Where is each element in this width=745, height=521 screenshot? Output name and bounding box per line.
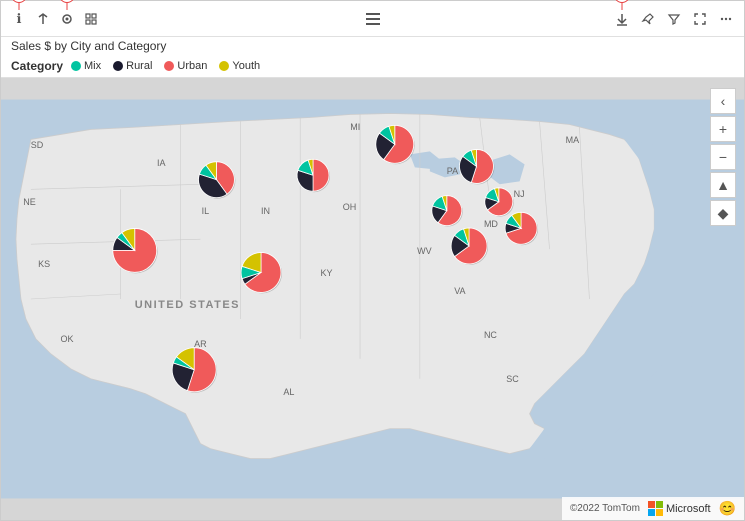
download-btn-wrapper: 1 xyxy=(612,9,632,29)
ms-sq-green xyxy=(656,501,663,508)
legend-key: Category xyxy=(11,59,63,73)
download-button[interactable] xyxy=(612,9,632,29)
legend-label-mix: Mix xyxy=(84,60,101,72)
chart-title: Sales $ by City and Category xyxy=(11,39,734,53)
toolbar-center xyxy=(363,10,383,28)
header-row: Sales $ by City and Category xyxy=(1,37,744,57)
menu-button[interactable] xyxy=(363,10,383,28)
ms-logo-grid xyxy=(648,501,663,516)
expand-button[interactable] xyxy=(81,9,101,29)
legend-dot-rural xyxy=(113,61,123,71)
legend-label-urban: Urban xyxy=(177,60,207,72)
toolbar-right: 1 xyxy=(612,9,736,29)
main-container: 2 ℹ 3 1 xyxy=(0,0,745,521)
map-zoom-out-button[interactable]: − xyxy=(710,144,736,170)
feedback-emoji-button[interactable]: 😊 xyxy=(719,500,736,517)
legend-label-rural: Rural xyxy=(126,60,152,72)
legend-dot-youth xyxy=(219,61,229,71)
filter-button[interactable] xyxy=(664,9,684,29)
map-back-button[interactable]: ‹ xyxy=(710,88,736,114)
map-north-button[interactable]: ▲ xyxy=(710,172,736,198)
map-footer: ©2022 TomTom Microsoft 😊 xyxy=(562,497,744,520)
info-btn-wrapper: 2 ℹ xyxy=(9,9,29,29)
toolbar-left: 2 ℹ 3 xyxy=(9,9,101,29)
ms-sq-blue xyxy=(648,509,655,516)
tomtom-copyright: ©2022 TomTom xyxy=(570,503,640,514)
map-zoom-in-button[interactable]: + xyxy=(710,116,736,142)
legend-item-rural: Rural xyxy=(113,60,152,72)
legend-label-youth: Youth xyxy=(232,60,260,72)
toolbar: 2 ℹ 3 1 xyxy=(1,1,744,37)
map-compass-button[interactable]: ◆ xyxy=(710,200,736,226)
map-area[interactable]: SD NE KS OK IA IL IN OH MI PA NJ MA WV V… xyxy=(1,78,744,520)
focus-button[interactable] xyxy=(57,9,77,29)
legend-dot-urban xyxy=(164,61,174,71)
legend-item-youth: Youth xyxy=(219,60,260,72)
legend-item-urban: Urban xyxy=(164,60,207,72)
legend-dot-mix xyxy=(71,61,81,71)
map-background xyxy=(1,78,744,520)
more-button[interactable] xyxy=(716,9,736,29)
microsoft-logo: Microsoft xyxy=(648,501,711,516)
map-controls: ‹ + − ▲ ◆ xyxy=(710,88,736,226)
pin-button[interactable] xyxy=(638,9,658,29)
annotation-badge-3: 3 xyxy=(59,0,75,3)
legend-item-mix: Mix xyxy=(71,60,101,72)
focus-btn-wrapper: 3 xyxy=(57,9,77,29)
ms-sq-red xyxy=(648,501,655,508)
fullscreen-button[interactable] xyxy=(690,9,710,29)
legend-row: Category Mix Rural Urban Youth xyxy=(1,57,744,78)
annotation-badge-2: 2 xyxy=(11,0,27,3)
microsoft-label: Microsoft xyxy=(666,503,711,515)
annotation-badge-1: 1 xyxy=(614,0,630,3)
info-button[interactable]: ℹ xyxy=(9,9,29,29)
up-button[interactable] xyxy=(33,9,53,29)
ms-sq-yellow xyxy=(656,509,663,516)
